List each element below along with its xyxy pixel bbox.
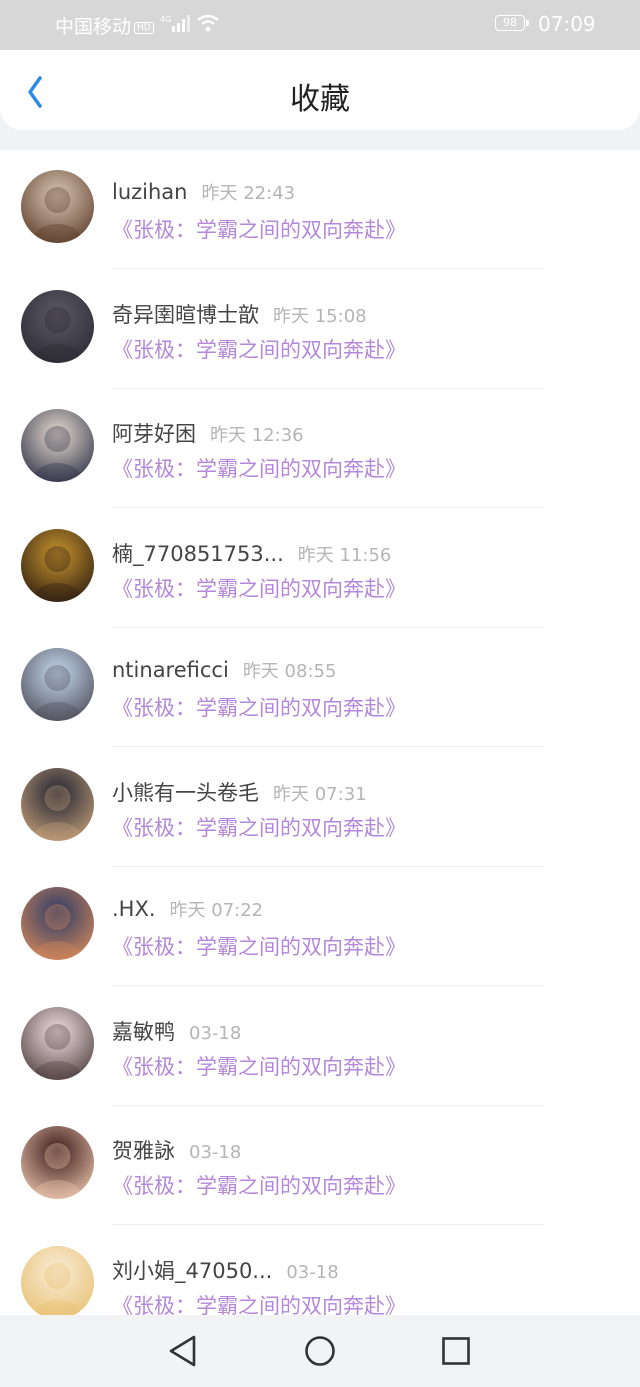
favorite-time: 昨天 15:08 [273, 306, 367, 327]
avatar[interactable] [21, 887, 94, 960]
novel-title-link[interactable]: 《张极：学霸之间的双向奔赴》 [112, 692, 406, 722]
novel-title-link[interactable]: 《张极：学霸之间的双向奔赴》 [112, 334, 406, 364]
avatar-image [21, 887, 94, 960]
avatar-image [21, 768, 94, 841]
list-item[interactable]: luzihan 昨天 22:43 《张极：学霸之间的双向奔赴》 [0, 150, 640, 269]
avatar[interactable] [21, 1007, 94, 1080]
avatar-image [21, 1126, 94, 1199]
list-item[interactable]: 奇异圉暄博士歆 昨天 15:08 《张极：学霸之间的双向奔赴》 [0, 270, 640, 389]
divider [112, 1224, 544, 1225]
page-title: 收藏 [290, 82, 350, 117]
avatar-image [21, 170, 94, 243]
hd-badge: HD [134, 22, 154, 34]
novel-title-link[interactable]: 《张极：学霸之间的双向奔赴》 [112, 573, 406, 603]
user-name[interactable]: 小熊有一头卷毛 [112, 781, 259, 805]
list-item[interactable]: 贺雅詠 03-18 《张极：学霸之间的双向奔赴》 [0, 1106, 640, 1225]
user-name-line: 贺雅詠 03-18 [112, 1135, 241, 1165]
favorite-time: 03-18 [286, 1262, 339, 1283]
wifi-icon [197, 14, 219, 32]
list-item[interactable]: 楠_770851753... 昨天 11:56 《张极：学霸之间的双向奔赴》 [0, 509, 640, 628]
status-bar: 中国移动 HD 4G 98 07:09 [0, 0, 640, 50]
favorite-time: 昨天 11:56 [297, 545, 392, 566]
user-name[interactable]: ntinareficci [112, 658, 229, 682]
user-name[interactable]: 楠_770851753... [112, 542, 284, 566]
favorite-time: 昨天 07:22 [169, 900, 264, 921]
carrier-name: 中国移动 [55, 16, 132, 38]
user-name[interactable]: .HX. [112, 897, 156, 921]
avatar[interactable] [21, 768, 94, 841]
list-item[interactable]: 嘉敏鸭 03-18 《张极：学霸之间的双向奔赴》 [0, 987, 640, 1106]
svg-text:4G: 4G [160, 15, 171, 24]
list-item[interactable]: 阿芽好困 昨天 12:36 《张极：学霸之间的双向奔赴》 [0, 389, 640, 508]
nav-recent-button[interactable] [436, 1333, 476, 1369]
user-name-line: 奇异圉暄博士歆 昨天 15:08 [112, 299, 367, 329]
recent-square-icon [442, 1337, 470, 1365]
list-item[interactable]: .HX. 昨天 07:22 《张极：学霸之间的双向奔赴》 [0, 867, 640, 986]
user-name-line: 嘉敏鸭 03-18 [112, 1016, 241, 1046]
novel-title-link[interactable]: 《张极：学霸之间的双向奔赴》 [112, 214, 406, 244]
avatar[interactable] [21, 529, 94, 602]
back-triangle-icon [169, 1335, 196, 1367]
home-circle-icon [305, 1336, 335, 1366]
favorite-time: 03-18 [189, 1142, 242, 1163]
user-name[interactable]: 阿芽好困 [112, 422, 196, 446]
divider [112, 746, 544, 747]
avatar[interactable] [21, 1246, 94, 1319]
app-header: 收藏 [0, 50, 640, 130]
avatar[interactable] [21, 409, 94, 482]
user-name[interactable]: 贺雅詠 [112, 1139, 175, 1163]
favorite-time: 昨天 07:31 [273, 784, 367, 805]
user-name[interactable]: 奇异圉暄博士歆 [112, 303, 259, 327]
user-name-line: 楠_770851753... 昨天 11:56 [112, 538, 391, 568]
divider [112, 985, 544, 986]
favorite-time: 昨天 22:43 [201, 183, 296, 204]
user-name[interactable]: luzihan [112, 180, 188, 204]
battery-icon: 98 [495, 15, 529, 31]
novel-title-link[interactable]: 《张极：学霸之间的双向奔赴》 [112, 812, 406, 842]
avatar[interactable] [21, 648, 94, 721]
list-item[interactable]: ntinareficci 昨天 08:55 《张极：学霸之间的双向奔赴》 [0, 628, 640, 747]
favorite-time: 昨天 12:36 [210, 425, 304, 446]
user-name-line: ntinareficci 昨天 08:55 [112, 657, 336, 683]
user-name[interactable]: 刘小娟_47050... [112, 1259, 272, 1283]
clock: 07:09 [538, 12, 596, 36]
user-name-line: luzihan 昨天 22:43 [112, 179, 295, 205]
avatar-image [21, 409, 94, 482]
avatar-image [21, 648, 94, 721]
divider [112, 268, 544, 269]
avatar-image [21, 290, 94, 363]
system-nav-bar [0, 1315, 640, 1387]
user-name-line: 阿芽好困 昨天 12:36 [112, 418, 304, 448]
avatar[interactable] [21, 290, 94, 363]
user-name[interactable]: 嘉敏鸭 [112, 1020, 175, 1044]
novel-title-link[interactable]: 《张极：学霸之间的双向奔赴》 [112, 1170, 406, 1200]
novel-title-link[interactable]: 《张极：学霸之间的双向奔赴》 [112, 931, 406, 961]
nav-home-button[interactable] [300, 1333, 340, 1369]
user-name-line: 刘小娟_47050... 03-18 [112, 1255, 339, 1285]
avatar-image [21, 1007, 94, 1080]
user-name-line: .HX. 昨天 07:22 [112, 896, 263, 922]
favorite-time: 昨天 08:55 [242, 661, 337, 682]
user-name-line: 小熊有一头卷毛 昨天 07:31 [112, 777, 367, 807]
nav-back-button[interactable] [163, 1333, 203, 1369]
signal-icon: 4G [160, 15, 190, 32]
list-item[interactable]: 小熊有一头卷毛 昨天 07:31 《张极：学霸之间的双向奔赴》 [0, 748, 640, 867]
avatar[interactable] [21, 1126, 94, 1199]
favorite-time: 03-18 [189, 1023, 242, 1044]
avatar[interactable] [21, 170, 94, 243]
divider [112, 507, 544, 508]
avatar-image [21, 1246, 94, 1319]
avatar-image [21, 529, 94, 602]
novel-title-link[interactable]: 《张极：学霸之间的双向奔赴》 [112, 453, 406, 483]
carrier-label: 中国移动 HD [55, 12, 154, 39]
novel-title-link[interactable]: 《张极：学霸之间的双向奔赴》 [112, 1051, 406, 1081]
